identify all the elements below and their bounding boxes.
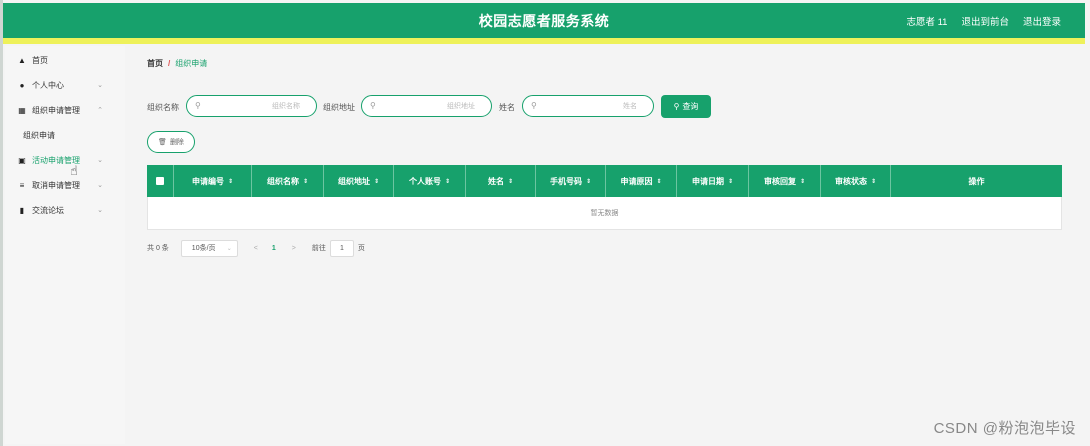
column-header[interactable]: 审核回复 ⇕ bbox=[749, 165, 821, 197]
column-header[interactable]: 申请日期 ⇕ bbox=[677, 165, 749, 197]
chevron-down-icon: ⌄ bbox=[97, 207, 103, 214]
sort-icon: ⇕ bbox=[444, 178, 451, 185]
list-icon: ≡ bbox=[19, 180, 25, 190]
sort-icon: ⇕ bbox=[302, 178, 309, 185]
trash-icon: 🗑 bbox=[158, 139, 167, 146]
sidebar-item-org-apply-mgmt[interactable]: ▦ 组织申请管理 ⌃ bbox=[5, 99, 125, 121]
org-name-placeholder: 组织名称 bbox=[272, 103, 300, 110]
bar-chart-icon: ▮ bbox=[19, 205, 25, 215]
column-header[interactable]: 审核状态 ⇕ bbox=[821, 165, 891, 197]
column-header[interactable]: 组织地址 ⇕ bbox=[324, 165, 394, 197]
column-header[interactable]: 姓名 ⇕ bbox=[466, 165, 536, 197]
sidebar-item-label: 取消申请管理 bbox=[32, 180, 80, 190]
total-count: 共 0 条 bbox=[147, 245, 169, 252]
page-unit-label: 页 bbox=[357, 245, 365, 252]
page-number[interactable]: 1 bbox=[272, 245, 276, 252]
breadcrumb-separator: / bbox=[168, 59, 171, 68]
page-size-value: 10条/页 bbox=[191, 245, 216, 252]
chevron-down-icon: ⌄ bbox=[97, 182, 103, 189]
sidebar-item-label: 个人中心 bbox=[32, 80, 64, 90]
table-header: 申请编号 ⇕ 组织名称 ⇕ 组织地址 ⇕ 个人账号 ⇕ 姓名 ⇕ 手机号码 ⇕ 申请原因 ⇕ … bbox=[147, 165, 1062, 197]
select-all-checkbox-cell[interactable] bbox=[147, 165, 174, 197]
sidebar-item-label: 交流论坛 bbox=[32, 205, 64, 215]
sort-icon: ⇕ bbox=[373, 178, 380, 185]
goto-page-input[interactable]: 1 bbox=[329, 239, 354, 257]
name-input[interactable]: ⚲ 姓名 bbox=[522, 95, 654, 117]
name-placeholder: 姓名 bbox=[623, 103, 637, 110]
column-header[interactable]: 申请编号 ⇕ bbox=[174, 165, 252, 197]
exit-to-front-link[interactable]: 退出到前台 bbox=[961, 14, 1009, 28]
sidebar-subitem-org-apply[interactable]: 组织申请 bbox=[5, 124, 125, 146]
chevron-down-icon: ⌄ bbox=[97, 82, 103, 89]
logout-link[interactable]: 退出登录 bbox=[1023, 14, 1061, 28]
home-icon: ▲ bbox=[18, 55, 26, 65]
prev-page-button[interactable]: < bbox=[254, 245, 258, 252]
delete-button-label: 删除 bbox=[169, 139, 184, 146]
org-address-placeholder: 组织地址 bbox=[447, 103, 475, 110]
hand-pointer-cursor-icon: ☝ bbox=[70, 163, 78, 178]
sort-icon: ⇕ bbox=[656, 178, 662, 185]
search-button[interactable]: ⚲ 查询 bbox=[661, 95, 711, 118]
page-size-select[interactable]: 10条/页 ⌄ bbox=[180, 239, 238, 257]
chevron-down-icon: ⌄ bbox=[226, 245, 232, 252]
sidebar-item-label: 组织申请管理 bbox=[32, 105, 80, 115]
column-header[interactable]: 个人账号 ⇕ bbox=[394, 165, 466, 197]
org-name-input[interactable]: ⚲ 组织名称 bbox=[186, 95, 317, 117]
user-icon: ● bbox=[19, 80, 25, 90]
search-icon: ⚲ bbox=[370, 101, 376, 110]
column-header[interactable]: 手机号码 ⇕ bbox=[536, 165, 606, 197]
goto-label: 前往 bbox=[311, 245, 326, 252]
search-button-label: 查询 bbox=[682, 102, 699, 111]
column-header: 操作 bbox=[968, 176, 985, 186]
sort-icon: ⇕ bbox=[799, 178, 806, 185]
clipboard-icon: ▣ bbox=[18, 155, 26, 165]
pagination: 共 0 条 10条/页 ⌄ < 1 > 前往 1 页 bbox=[147, 239, 365, 257]
column-header[interactable]: 组织名称 ⇕ bbox=[252, 165, 324, 197]
sidebar-item-cancel-apply-mgmt[interactable]: ≡ 取消申请管理 ⌄ bbox=[5, 174, 125, 196]
window-edge bbox=[0, 0, 3, 446]
breadcrumb-current: 组织申请 bbox=[175, 59, 208, 68]
org-address-label: 组织地址 bbox=[323, 103, 355, 112]
sidebar-item-label: 首页 bbox=[32, 55, 48, 65]
main-content: 首页 / 组织申请 组织名称 ⚲ 组织名称 组织地址 ⚲ 组织地址 姓名 ⚲ 姓名 … bbox=[125, 44, 1085, 444]
breadcrumb: 首页 / 组织申请 bbox=[147, 58, 207, 69]
sidebar-item-profile[interactable]: ● 个人中心 ⌄ bbox=[5, 74, 125, 96]
name-label: 姓名 bbox=[499, 103, 515, 112]
sidebar-item-forum[interactable]: ▮ 交流论坛 ⌄ bbox=[5, 199, 125, 221]
header-actions: 志愿者 11 退出到前台 退出登录 bbox=[906, 14, 1061, 28]
search-icon: ⚲ bbox=[531, 101, 537, 110]
chevron-down-icon: ⌄ bbox=[97, 157, 103, 164]
delete-button[interactable]: 🗑 删除 bbox=[147, 131, 195, 153]
search-form: 组织名称 ⚲ 组织名称 组织地址 ⚲ 组织地址 姓名 ⚲ 姓名 ⚲ 查询 bbox=[147, 95, 767, 119]
sort-icon: ⇕ bbox=[727, 178, 734, 185]
table-empty-row: 暂无数据 bbox=[147, 197, 1062, 230]
org-address-input[interactable]: ⚲ 组织地址 bbox=[361, 95, 492, 117]
chevron-up-icon: ⌃ bbox=[97, 107, 103, 114]
sort-icon: ⇕ bbox=[870, 178, 877, 185]
sidebar: ▲ 首页 ● 个人中心 ⌄ ▦ 组织申请管理 ⌃ 组织申请 ▣ 活动申请管理 ⌄… bbox=[5, 46, 125, 444]
breadcrumb-home[interactable]: 首页 bbox=[147, 59, 163, 68]
watermark: CSDN @粉泡泡毕设 bbox=[933, 420, 1076, 437]
org-name-label: 组织名称 bbox=[147, 103, 179, 112]
sidebar-item-home[interactable]: ▲ 首页 bbox=[5, 49, 125, 71]
column-header[interactable]: 申请原因 ⇕ bbox=[606, 165, 677, 197]
sidebar-item-label: 组织申请 bbox=[23, 130, 55, 140]
current-user: 志愿者 11 bbox=[906, 17, 948, 28]
sort-icon: ⇕ bbox=[507, 178, 514, 185]
top-header: 校园志愿者服务系统 志愿者 11 退出到前台 退出登录 bbox=[3, 3, 1085, 38]
select-all-checkbox[interactable] bbox=[156, 177, 164, 185]
sidebar-item-activity-apply-mgmt[interactable]: ▣ 活动申请管理 ⌄ bbox=[5, 149, 125, 171]
next-page-button[interactable]: > bbox=[292, 245, 296, 252]
search-icon: ⚲ bbox=[673, 102, 680, 111]
grid-icon: ▦ bbox=[18, 105, 26, 115]
data-table: 申请编号 ⇕ 组织名称 ⇕ 组织地址 ⇕ 个人账号 ⇕ 姓名 ⇕ 手机号码 ⇕ 申请原因 ⇕ … bbox=[147, 165, 1062, 230]
sort-icon: ⇕ bbox=[585, 178, 592, 185]
search-icon: ⚲ bbox=[195, 101, 201, 110]
sort-icon: ⇕ bbox=[227, 178, 234, 185]
